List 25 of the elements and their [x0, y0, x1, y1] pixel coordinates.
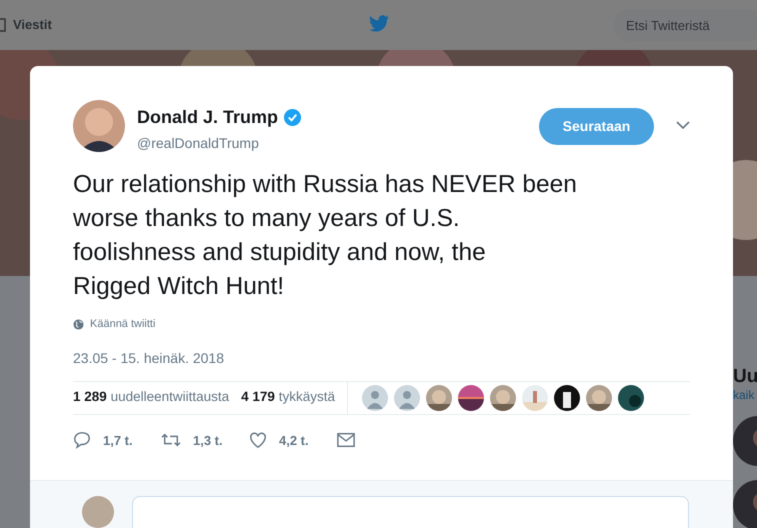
avatar-icon: [82, 496, 114, 528]
author-handle[interactable]: @realDonaldTrump: [137, 133, 302, 154]
search-field[interactable]: Etsi Twitteristä: [614, 9, 757, 41]
chevron-down-icon[interactable]: [676, 121, 690, 130]
heart-icon[interactable]: [249, 431, 267, 450]
action-count: 1,3 t.: [193, 432, 223, 450]
stat-link[interactable]: 1 289 uudelleentwiittausta: [73, 387, 230, 408]
messages-link[interactable]: Viestit: [13, 15, 52, 35]
default-avatar-icon[interactable]: [362, 384, 388, 410]
following-button[interactable]: Seurataan: [539, 108, 654, 145]
stat-link[interactable]: 4 179 tykkäystä: [241, 387, 335, 408]
tweet-text: Our relationship with Russia has NEVER been worse thanks to many years of U.S. foolishness and stupidity and now, the Rigged Witch Hunt!: [72, 170, 578, 302]
author-name[interactable]: Donald J. Trump: [137, 104, 278, 131]
globe-icon: [73, 318, 84, 330]
sidebar-link[interactable]: kaik: [733, 388, 757, 402]
tweet-timestamp: 23.05 - 15. heinäk. 2018: [72, 348, 226, 368]
avatar-icon[interactable]: [73, 100, 125, 152]
action-count: 1,7 t.: [103, 432, 133, 450]
default-avatar-icon[interactable]: [394, 384, 420, 410]
speech-bubble-icon[interactable]: [73, 431, 91, 450]
reply-field[interactable]: [132, 496, 689, 528]
action-count: 4,2 t.: [279, 432, 309, 450]
translate-link[interactable]: Käännä twiitti: [90, 316, 156, 332]
retweet-icon[interactable]: [161, 431, 181, 450]
sidebar-title: Uu: [733, 366, 757, 388]
